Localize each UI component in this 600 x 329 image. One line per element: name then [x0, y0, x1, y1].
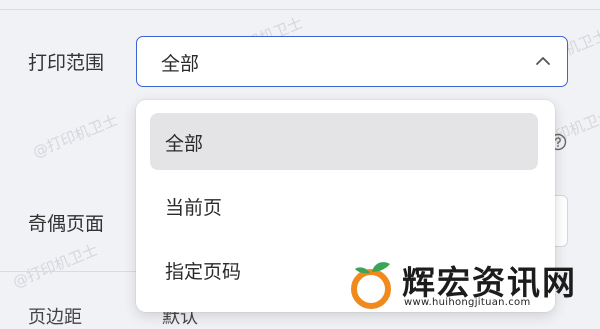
brand-watermark: 辉宏资讯网 www.huihongjituan.com [344, 252, 596, 314]
print-range-value: 全部 [161, 53, 200, 75]
margin-label: 页边距 [28, 307, 82, 328]
odd-even-label: 奇偶页面 [28, 213, 105, 235]
option-label: 当前页 [165, 197, 223, 219]
lower-divider [0, 271, 140, 272]
option-label: 全部 [165, 133, 204, 155]
watermark: @打印机卫士 [10, 240, 101, 292]
option-label: 指定页码 [165, 261, 242, 283]
print-range-label: 打印范围 [28, 52, 105, 74]
option-all[interactable]: 全部 [150, 113, 538, 170]
chevron-up-icon [536, 57, 550, 65]
watermark: @打印机卫士 [30, 110, 121, 162]
top-divider [0, 9, 600, 10]
orange-fruit-logo-icon [351, 262, 391, 309]
option-current-page[interactable]: 当前页 [150, 177, 538, 234]
print-range-select[interactable]: 全部 [136, 36, 568, 87]
brand-url: www.huihongjituan.com [404, 297, 531, 308]
